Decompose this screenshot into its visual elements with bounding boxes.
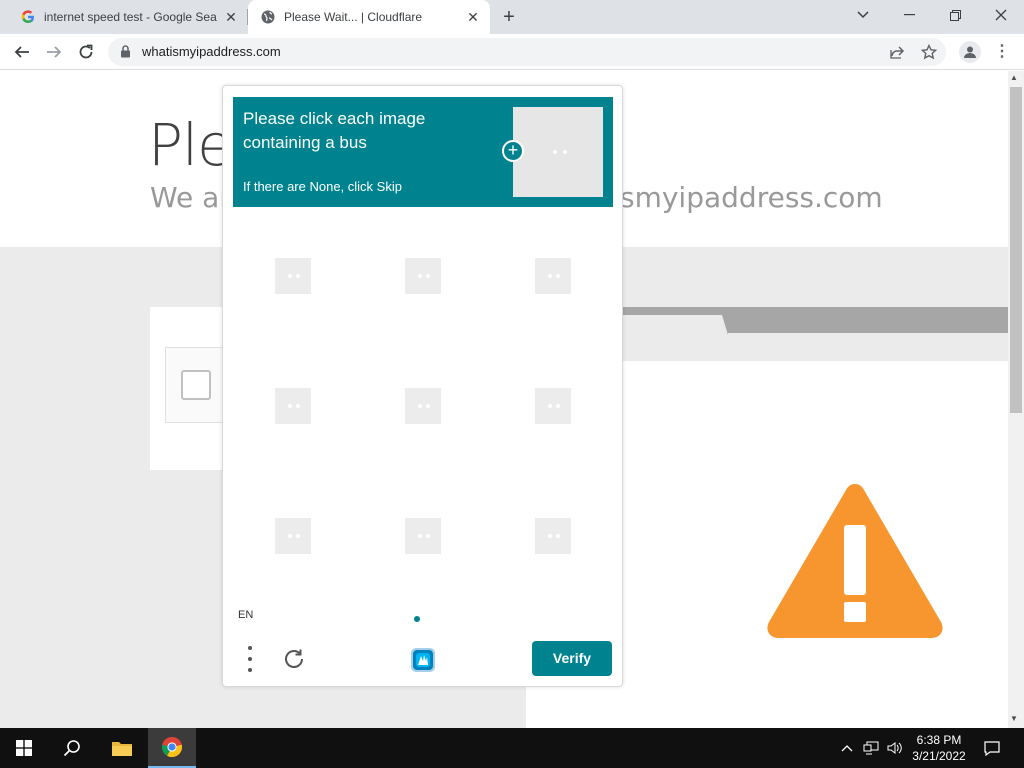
example-image[interactable] — [513, 107, 603, 197]
profile-avatar[interactable] — [959, 41, 981, 63]
warning-icon — [767, 484, 943, 638]
folder-icon — [112, 742, 132, 756]
grid-image-3[interactable] — [535, 258, 571, 294]
notification-icon — [984, 741, 1000, 756]
scrollbar-thumb[interactable] — [1010, 87, 1022, 413]
loading-dot — [563, 150, 567, 154]
reload-icon — [79, 44, 93, 59]
browser-toolbar: whatismyipaddress.com ⋮ — [0, 34, 1024, 70]
grid-image-8[interactable] — [405, 518, 441, 554]
scroll-up-arrow-icon[interactable]: ▲ — [1010, 73, 1018, 82]
grid-image-9[interactable] — [535, 518, 571, 554]
grid-image-6[interactable] — [535, 388, 571, 424]
page-indicator-dot — [414, 616, 420, 622]
close-tab-icon[interactable]: ✕ — [466, 10, 480, 24]
close-icon — [995, 9, 1007, 21]
back-arrow-icon — [14, 46, 29, 58]
chrome-icon — [161, 737, 183, 758]
file-explorer-button[interactable] — [98, 728, 146, 768]
search-icon — [63, 740, 80, 757]
forward-button[interactable] — [42, 40, 66, 64]
bookmark-star-icon[interactable] — [920, 43, 938, 61]
reload-button[interactable] — [74, 40, 98, 64]
minimize-button[interactable] — [886, 0, 932, 30]
volume-icon[interactable] — [884, 728, 906, 768]
close-window-button[interactable] — [978, 0, 1024, 30]
start-button[interactable] — [0, 728, 48, 768]
grid-image-2[interactable] — [405, 258, 441, 294]
language-selector[interactable]: EN — [238, 609, 253, 621]
grid-image-4[interactable] — [275, 388, 311, 424]
restore-button[interactable] — [932, 0, 978, 30]
chrome-taskbar-button[interactable] — [148, 728, 196, 768]
tab-title: internet speed test - Google Sea — [44, 10, 217, 24]
grid-image-7[interactable] — [275, 518, 311, 554]
show-hidden-icons-button[interactable] — [838, 728, 856, 768]
kebab-menu-icon[interactable]: ⋮ — [994, 42, 1010, 62]
close-tab-icon[interactable]: ✕ — [224, 10, 238, 24]
system-clock[interactable]: 6:38 PM 3/21/2022 — [904, 732, 974, 764]
minimize-icon — [903, 14, 915, 16]
chevron-down-icon — [857, 11, 869, 19]
tab-title: Please Wait... | Cloudflare — [284, 10, 423, 24]
clock-date: 3/21/2022 — [912, 749, 966, 763]
expand-example-icon[interactable]: + — [502, 140, 524, 162]
address-bar[interactable]: whatismyipaddress.com — [108, 38, 946, 66]
share-icon[interactable] — [888, 43, 906, 61]
challenge-prompt: Please click each image containing a bus — [243, 109, 426, 152]
verify-button[interactable]: Verify — [532, 641, 612, 676]
clock-time: 6:38 PM — [916, 733, 962, 747]
decorative-bar-notch — [622, 315, 728, 335]
page-subheading-right: smyipaddress.com — [620, 181, 883, 214]
person-icon — [964, 46, 976, 58]
tab-search-button[interactable] — [840, 0, 886, 30]
page-subheading-left: We ar — [150, 181, 231, 214]
challenge-header: Please click each image containing a bus… — [233, 97, 613, 207]
tab-google-search[interactable]: internet speed test - Google Sea ✕ — [0, 0, 248, 34]
scroll-down-arrow-icon[interactable]: ▼ — [1010, 714, 1018, 723]
lock-icon — [120, 45, 131, 63]
new-tab-button[interactable]: + — [498, 6, 520, 28]
chevron-up-icon — [841, 745, 853, 752]
restore-icon — [949, 9, 961, 21]
network-icon[interactable] — [860, 728, 882, 768]
page-heading: Ple — [148, 111, 233, 179]
hcaptcha-challenge: Please click each image containing a bus… — [222, 85, 623, 687]
google-icon — [20, 9, 36, 25]
tab-strip: internet speed test - Google Sea ✕ Pleas… — [0, 0, 1024, 34]
windows-logo-icon — [16, 740, 32, 756]
hcaptcha-logo-icon — [411, 648, 435, 672]
windows-taskbar: 6:38 PM 3/21/2022 — [0, 728, 1024, 768]
search-button[interactable] — [48, 728, 96, 768]
url-text: whatismyipaddress.com — [142, 44, 281, 59]
grid-image-1[interactable] — [275, 258, 311, 294]
more-options-icon[interactable] — [243, 646, 257, 672]
grid-image-5[interactable] — [405, 388, 441, 424]
globe-icon — [260, 9, 276, 25]
human-verification-checkbox[interactable] — [181, 370, 211, 400]
forward-arrow-icon — [47, 46, 62, 58]
back-button[interactable] — [10, 40, 34, 64]
refresh-icon[interactable] — [281, 646, 307, 672]
tab-cloudflare[interactable]: Please Wait... | Cloudflare ✕ — [248, 0, 490, 34]
loading-dot — [553, 150, 557, 154]
notifications-button[interactable] — [978, 728, 1006, 768]
skip-hint: If there are None, click Skip — [243, 179, 402, 194]
